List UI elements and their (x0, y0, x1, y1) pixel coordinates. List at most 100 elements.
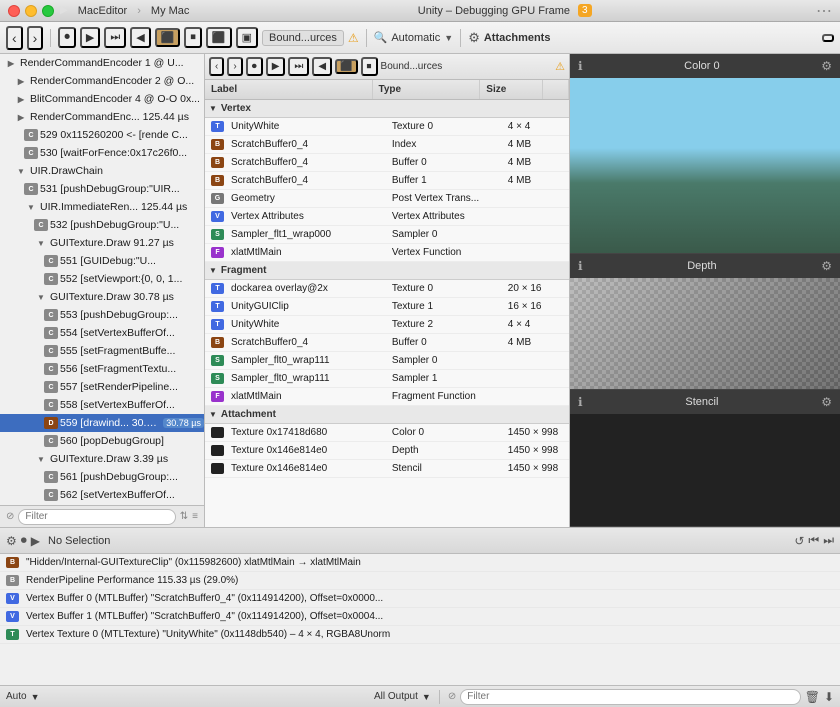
table-row-1-2[interactable]: TUnityWhiteTexture 24 × 4 (205, 316, 569, 334)
tree-item-11[interactable]: C551 [GUIDebug:"U... (0, 252, 204, 270)
table-row-0-0[interactable]: TUnityWhiteTexture 04 × 4 (205, 118, 569, 136)
bottom-icon3[interactable]: ▶ (31, 534, 40, 548)
toolbar-stop[interactable]: ⏹ (184, 27, 202, 48)
table-row-1-4[interactable]: SSampler_flt0_wrap111Sampler 0 (205, 352, 569, 370)
section-header-0[interactable]: ▼Vertex (205, 100, 569, 118)
table-row-0-4[interactable]: GGeometryPost Vertex Trans... (205, 190, 569, 208)
mid-box[interactable]: ⬛ (335, 59, 357, 74)
mid-stop[interactable]: ⏹ (361, 57, 378, 76)
more-icon[interactable]: ≡ (192, 511, 198, 522)
tree-item-14[interactable]: C553 [pushDebugGroup:... (0, 306, 204, 324)
mid-play[interactable]: ▶ (266, 57, 286, 76)
bottom-skip-fwd[interactable]: ⏭ (823, 533, 834, 548)
toolbar-nav-back[interactable]: ‹ (6, 26, 23, 50)
tree-item-2[interactable]: ▶BlitCommandEncoder 4 @ O-O 0x... (0, 90, 204, 108)
tree-item-24[interactable]: C562 [setVertexBufferOf... (0, 486, 204, 504)
tree-item-6[interactable]: ▼UIR.DrawChain (0, 162, 204, 180)
toolbar-next[interactable]: ⬛ (155, 28, 181, 47)
info-icon-color0[interactable]: ℹ (578, 59, 583, 73)
add-button[interactable] (822, 34, 834, 42)
tree-item-10[interactable]: ▼GUITexture.Draw 91.27 µs (0, 234, 204, 252)
bottom-filter-input[interactable] (460, 689, 800, 705)
tree-item-12[interactable]: C552 [setViewport:{0, 0, 1... (0, 270, 204, 288)
table-row-1-5[interactable]: SSampler_flt0_wrap111Sampler 1 (205, 370, 569, 388)
mid-nav-back[interactable]: ‹ (209, 57, 224, 76)
tree-item-7[interactable]: C531 [pushDebugGroup:"UIR... (0, 180, 204, 198)
bottom-download-icon[interactable]: ⬇ (824, 690, 834, 704)
toolbar-action1[interactable]: ⬛ (206, 27, 232, 48)
attachment-color0-header: ℹ Color 0 ⚙ (570, 54, 840, 78)
settings-icon-stencil[interactable]: ⚙ (821, 395, 832, 409)
settings-icon-color0[interactable]: ⚙ (821, 59, 832, 73)
table-row-1-1[interactable]: TUnityGUIClipTexture 116 × 16 (205, 298, 569, 316)
tree-item-18[interactable]: C557 [setRenderPipeline... (0, 378, 204, 396)
settings-icon-depth[interactable]: ⚙ (821, 259, 832, 273)
left-filter-input[interactable] (18, 509, 175, 525)
table-row-2-1[interactable]: Texture 0x146e814e0Depth1450 × 998 (205, 442, 569, 460)
tree-item-21[interactable]: C560 [popDebugGroup] (0, 432, 204, 450)
tree-item-17[interactable]: C556 [setFragmentTextu... (0, 360, 204, 378)
info-icon-stencil[interactable]: ℹ (578, 395, 583, 409)
bottom-reload-icon[interactable]: ↺ (794, 534, 804, 548)
log-item-3[interactable]: VVertex Buffer 1 (MTLBuffer) "ScratchBuf… (0, 608, 840, 626)
table-row-0-6[interactable]: SSampler_flt1_wrap000Sampler 0 (205, 226, 569, 244)
tree-item-16[interactable]: C555 [setFragmentBuffe... (0, 342, 204, 360)
toolbar-play[interactable]: ▶ (80, 27, 100, 48)
log-item-4[interactable]: TVertex Texture 0 (MTLTexture) "UnityWhi… (0, 626, 840, 644)
tree-item-20[interactable]: D559 [drawind... 30.78 µs30.78 µs (0, 414, 204, 432)
tree-item-5[interactable]: C530 [waitForFence:0x17c26f0... (0, 144, 204, 162)
tree-item-15[interactable]: C554 [setVertexBufferOf... (0, 324, 204, 342)
minimize-button[interactable] (25, 5, 37, 17)
table-row-0-3[interactable]: BScratchBuffer0_4Buffer 14 MB (205, 172, 569, 190)
log-item-0[interactable]: B"Hidden/Internal-GUITextureClip" (0x115… (0, 554, 840, 572)
tree-item-9[interactable]: C532 [pushDebugGroup:"U... (0, 216, 204, 234)
section-header-1[interactable]: ▼Fragment (205, 262, 569, 280)
toolbar-capture[interactable]: ⏺ (58, 27, 76, 48)
tree-item-8[interactable]: ▼UIR.ImmediateRen... 125.44 µs (0, 198, 204, 216)
table-row-1-0[interactable]: Tdockarea overlay@2xTexture 020 × 16 (205, 280, 569, 298)
tree-item-4[interactable]: C529 0x115260200 <- [rende C... (0, 126, 204, 144)
table-row-2-0[interactable]: Texture 0x17418d680Color 01450 × 998 (205, 424, 569, 442)
table-row-1-6[interactable]: FxlatMtlMainFragment Function (205, 388, 569, 406)
toolbar-nav-forward[interactable]: › (27, 26, 44, 50)
mid-nav-forward[interactable]: › (227, 57, 242, 76)
bottom-icon2[interactable]: ⏺ (21, 533, 27, 548)
tree-item-19[interactable]: C558 [setVertexBufferOf... (0, 396, 204, 414)
cell-type-0-6: Sampler 0 (386, 229, 502, 240)
tree-item-0[interactable]: ▶RenderCommandEncoder 1 @ U... (0, 54, 204, 72)
table-row-0-5[interactable]: VVertex AttributesVertex Attributes (205, 208, 569, 226)
table-row-0-2[interactable]: BScratchBuffer0_4Buffer 04 MB (205, 154, 569, 172)
bottom-trash-icon[interactable]: 🗑 (805, 690, 820, 704)
window-menu[interactable]: ⋯ (816, 1, 832, 21)
toolbar-prev[interactable]: ◀ (130, 27, 150, 48)
info-icon-depth[interactable]: ℹ (578, 259, 583, 273)
close-button[interactable] (8, 5, 20, 17)
log-item-1[interactable]: BRenderPipeline Performance 115.33 µs (2… (0, 572, 840, 590)
mid-capture[interactable]: ⏺ (246, 57, 263, 76)
tree-item-1[interactable]: ▶RenderCommandEncoder 2 @ O... (0, 72, 204, 90)
tree-icon-17: C (44, 363, 58, 375)
table-row-1-3[interactable]: BScratchBuffer0_4Buffer 04 MB (205, 334, 569, 352)
section-header-2[interactable]: ▼Attachment (205, 406, 569, 424)
cell-label-0-4: GGeometry (205, 193, 386, 204)
play-icon[interactable]: ▶ (60, 5, 68, 16)
tree-item-22[interactable]: ▼GUITexture.Draw 3.39 µs (0, 450, 204, 468)
sort-icon[interactable]: ⇅ (180, 511, 188, 522)
tree-item-3[interactable]: ▶RenderCommandEnc... 125.44 µs (0, 108, 204, 126)
mid-backward[interactable]: ◀ (312, 57, 332, 76)
gear-icon: ⚙ (468, 30, 480, 46)
mid-forward[interactable]: ⏭ (288, 57, 309, 76)
bottom-skip-back[interactable]: ⏮ (808, 533, 819, 548)
tree-label-3: RenderCommandEnc... 125.44 µs (30, 111, 204, 123)
log-item-2[interactable]: VVertex Buffer 0 (MTLBuffer) "ScratchBuf… (0, 590, 840, 608)
table-row-0-7[interactable]: FxlatMtlMainVertex Function (205, 244, 569, 262)
toolbar-action2[interactable]: ▣ (236, 27, 258, 48)
fullscreen-button[interactable] (42, 5, 54, 17)
toolbar-step[interactable]: ⏭ (104, 27, 126, 48)
tree-item-23[interactable]: C561 [pushDebugGroup:... (0, 468, 204, 486)
table-row-2-2[interactable]: Texture 0x146e814e0Stencil1450 × 998 (205, 460, 569, 478)
table-row-0-1[interactable]: BScratchBuffer0_4Index4 MB (205, 136, 569, 154)
bottom-toolbar: ⚙ ⏺ ▶ No Selection ↺ ⏮ ⏭ (0, 528, 840, 554)
bottom-icon1[interactable]: ⚙ (6, 534, 17, 548)
tree-item-13[interactable]: ▼GUITexture.Draw 30.78 µs (0, 288, 204, 306)
